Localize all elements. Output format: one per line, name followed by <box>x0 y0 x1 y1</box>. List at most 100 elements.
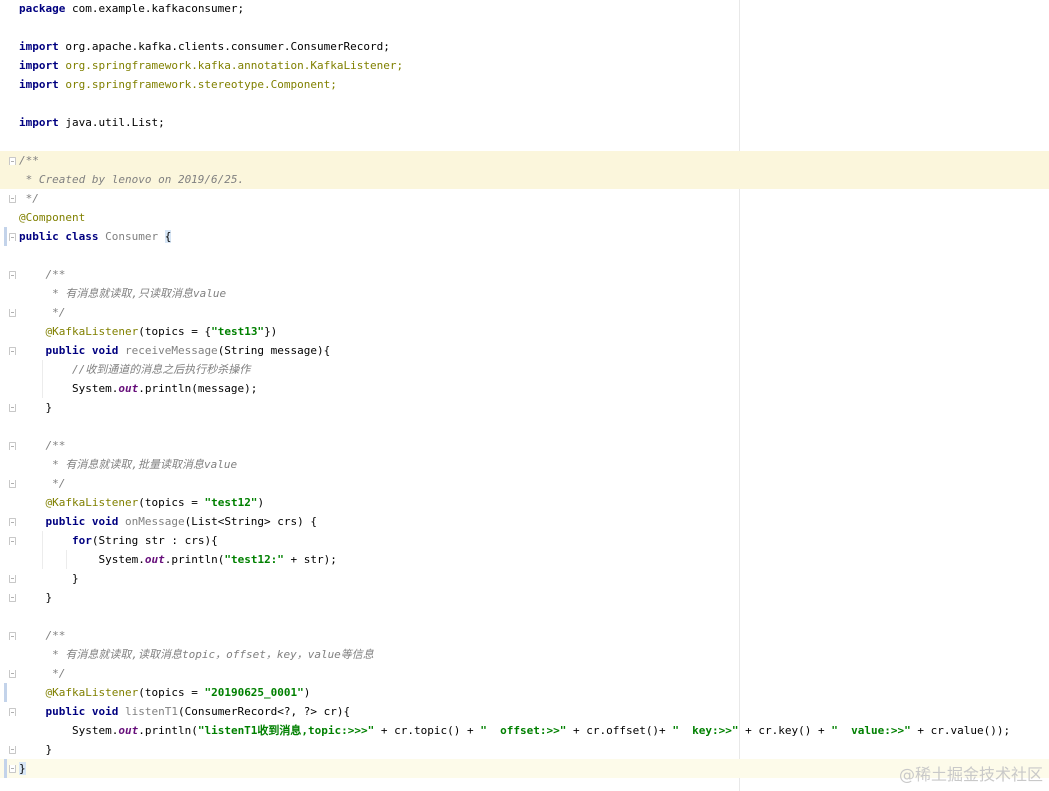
code-token: onMessage <box>124 515 185 528</box>
change-marker[interactable] <box>4 759 7 778</box>
code-line[interactable]: System.out.println("test12:" + str); <box>0 550 1049 569</box>
code-line[interactable]: System.out.println("listenT1收到消息,topic:>… <box>0 721 1049 740</box>
code-line[interactable]: //收到通道的消息之后执行秒杀操作 <box>0 360 1049 379</box>
code-token: + str); <box>283 553 337 566</box>
code-token: out <box>118 724 139 737</box>
code-line[interactable]: */ <box>0 474 1049 493</box>
code-line[interactable]: import org.springframework.stereotype.Co… <box>0 75 1049 94</box>
fold-marker-icon[interactable] <box>9 632 16 640</box>
code-line-text: } <box>19 588 52 607</box>
code-line[interactable]: for(String str : crs){ <box>0 531 1049 550</box>
fold-marker-icon[interactable] <box>9 404 16 412</box>
code-token: Consumer <box>105 230 165 243</box>
code-line[interactable]: } <box>0 588 1049 607</box>
code-token: }) <box>264 325 278 338</box>
code-line[interactable]: * 有消息就读取,批量读取消息value <box>0 455 1049 474</box>
fold-marker-icon[interactable] <box>9 518 16 526</box>
code-line-text: public void receiveMessage(String messag… <box>19 341 330 360</box>
code-line[interactable]: System.out.println(message); <box>0 379 1049 398</box>
fold-marker-icon[interactable] <box>9 271 16 279</box>
code-line[interactable]: /** <box>0 626 1049 645</box>
code-token: " offset:>>" <box>480 724 567 737</box>
code-line[interactable]: @KafkaListener(topics = "20190625_0001") <box>0 683 1049 702</box>
fold-marker-icon[interactable] <box>9 309 16 317</box>
fold-marker-icon[interactable] <box>9 233 16 241</box>
code-token: + cr.value()); <box>910 724 1011 737</box>
code-line[interactable]: } <box>0 740 1049 759</box>
code-token: "test12:" <box>224 553 284 566</box>
code-line-text: * 有消息就读取,批量读取消息value <box>19 455 237 474</box>
code-token: " value:>>" <box>831 724 911 737</box>
code-line[interactable]: public void receiveMessage(String messag… <box>0 341 1049 360</box>
code-line-text: import org.apache.kafka.clients.consumer… <box>19 37 390 56</box>
code-token: //收到通道的消息之后执行秒杀操作 <box>19 363 251 376</box>
fold-marker-icon[interactable] <box>9 195 16 203</box>
code-line[interactable]: import org.apache.kafka.clients.consumer… <box>0 37 1049 56</box>
code-token: } <box>19 762 26 775</box>
fold-marker-icon[interactable] <box>9 708 16 716</box>
code-line-text: public void listenT1(ConsumerRecord<?, ?… <box>19 702 350 721</box>
code-line[interactable]: public void listenT1(ConsumerRecord<?, ?… <box>0 702 1049 721</box>
code-line[interactable]: @Component <box>0 208 1049 227</box>
code-token: (String str : crs){ <box>91 534 218 547</box>
code-line[interactable]: * 有消息就读取,读取消息topic，offset，key，value等信息 <box>0 645 1049 664</box>
code-line[interactable]: */ <box>0 664 1049 683</box>
code-line-text: */ <box>19 474 65 493</box>
code-line-text: */ <box>19 303 65 322</box>
fold-marker-icon[interactable] <box>9 480 16 488</box>
code-token: public void <box>19 515 125 528</box>
fold-marker-icon[interactable] <box>9 594 16 602</box>
code-line[interactable]: import org.springframework.kafka.annotat… <box>0 56 1049 75</box>
code-line[interactable]: /** <box>0 151 1049 170</box>
code-line-text: */ <box>19 664 65 683</box>
code-line[interactable]: * 有消息就读取,只读取消息value <box>0 284 1049 303</box>
code-line[interactable] <box>0 94 1049 113</box>
code-line[interactable] <box>0 246 1049 265</box>
change-marker[interactable] <box>4 227 7 246</box>
code-line[interactable]: } <box>0 398 1049 417</box>
fold-marker-icon[interactable] <box>9 670 16 678</box>
code-line-text: for(String str : crs){ <box>19 531 218 550</box>
code-line[interactable]: public void onMessage(List<String> crs) … <box>0 512 1049 531</box>
code-token: @Component <box>19 211 86 224</box>
code-line[interactable]: } <box>0 759 1049 778</box>
code-token: ) <box>303 686 311 699</box>
code-line[interactable]: * Created by lenovo on 2019/6/25. <box>0 170 1049 189</box>
code-line[interactable]: package com.example.kafkaconsumer; <box>0 0 1049 18</box>
indent-guide <box>42 531 43 569</box>
code-line[interactable]: /** <box>0 436 1049 455</box>
code-line[interactable]: public class Consumer { <box>0 227 1049 246</box>
code-line-text: @Component <box>19 208 85 227</box>
code-line[interactable]: @KafkaListener(topics = {"test13"}) <box>0 322 1049 341</box>
code-token: public class <box>19 230 106 243</box>
change-marker[interactable] <box>4 683 7 702</box>
code-token: out <box>118 382 139 395</box>
code-token: (ConsumerRecord<?, ?> cr){ <box>177 705 351 718</box>
code-token: (List<String> crs) { <box>184 515 318 528</box>
code-line[interactable]: */ <box>0 189 1049 208</box>
code-line[interactable]: } <box>0 569 1049 588</box>
fold-marker-icon[interactable] <box>9 442 16 450</box>
code-editor[interactable]: package com.example.kafkaconsumer; import… <box>0 0 1049 791</box>
fold-marker-icon[interactable] <box>9 347 16 355</box>
fold-marker-icon[interactable] <box>9 746 16 754</box>
code-line[interactable] <box>0 132 1049 151</box>
fold-marker-icon[interactable] <box>9 765 16 773</box>
fold-marker-icon[interactable] <box>9 575 16 583</box>
code-token: } <box>19 743 53 756</box>
code-token: ) <box>257 496 265 509</box>
code-line[interactable]: import java.util.List; <box>0 113 1049 132</box>
code-line[interactable] <box>0 18 1049 37</box>
code-line[interactable] <box>0 417 1049 436</box>
code-line[interactable]: /** <box>0 265 1049 284</box>
fold-marker-icon[interactable] <box>9 157 16 165</box>
code-line[interactable]: */ <box>0 303 1049 322</box>
code-token: receiveMessage <box>124 344 218 357</box>
code-token: "test12" <box>204 496 258 509</box>
code-line[interactable] <box>0 607 1049 626</box>
code-line[interactable]: @KafkaListener(topics = "test12") <box>0 493 1049 512</box>
code-line-text: package com.example.kafkaconsumer; <box>19 0 244 18</box>
code-token: + cr.offset()+ <box>566 724 673 737</box>
fold-marker-icon[interactable] <box>9 537 16 545</box>
